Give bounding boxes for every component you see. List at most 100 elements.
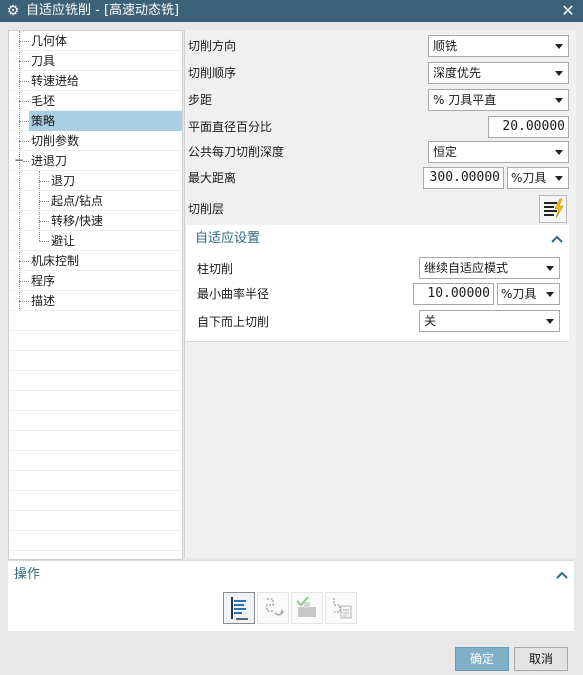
- tree-item-engage-retract[interactable]: − 进退刀: [9, 151, 182, 171]
- tree-item-blank[interactable]: 毛坯: [9, 91, 182, 111]
- dropdown-value: %刀具: [511, 171, 547, 185]
- tree-item-label: 描述: [31, 294, 56, 308]
- min-curvature-unit-dropdown[interactable]: %刀具: [497, 283, 560, 305]
- tree-connector: [19, 101, 29, 102]
- tree-connector: [19, 141, 29, 142]
- min-curvature-label: 最小曲率半径: [197, 287, 270, 301]
- tree-connector: [39, 241, 49, 242]
- tree-item-transfer-rapid[interactable]: 转移/快速: [9, 211, 182, 231]
- flat-percent-input[interactable]: 20.00000: [488, 116, 569, 138]
- replay-button[interactable]: [257, 592, 289, 624]
- cancel-button[interactable]: 取消: [514, 647, 568, 671]
- dropdown-value: 继续自适应模式: [424, 261, 509, 275]
- empty-row: [9, 311, 182, 331]
- stepover-dropdown[interactable]: % 刀具平直: [428, 89, 569, 111]
- tree-connector: [39, 221, 49, 222]
- min-curvature-input[interactable]: 10.00000: [413, 283, 494, 305]
- common-depth-dropdown[interactable]: 恒定: [428, 141, 569, 163]
- empty-row: [9, 491, 182, 511]
- pillar-cut-dropdown[interactable]: 继续自适应模式: [419, 257, 560, 279]
- tree-connector: [19, 41, 29, 42]
- gear-icon[interactable]: ⚙: [5, 3, 21, 19]
- tree-connector: [39, 201, 49, 202]
- adaptive-settings-group: 自适应设置 柱切削 继续自适应模式 最小曲率半径 10.00000 %刀具 自下…: [186, 225, 569, 342]
- cut-levels-icon: [544, 198, 564, 219]
- empty-row: [9, 451, 182, 471]
- tree-item-description[interactable]: 描述: [9, 291, 182, 311]
- bottom-up-dropdown[interactable]: 关: [419, 310, 560, 332]
- cut-direction-label: 切削方向: [188, 39, 237, 53]
- chevron-down-icon: [555, 44, 563, 49]
- tree-item-tool[interactable]: 刀具: [9, 51, 182, 71]
- replay-icon: [266, 598, 284, 616]
- tree-item-label: 进退刀: [31, 154, 68, 168]
- chevron-down-icon: [555, 150, 563, 155]
- tree-connector: [23, 161, 29, 162]
- tree-connector: [39, 181, 49, 182]
- empty-row: [9, 471, 182, 491]
- tree-connector: [19, 61, 29, 62]
- tree-item-geometry[interactable]: 几何体: [9, 31, 182, 51]
- tree-connector: [19, 81, 29, 82]
- empty-row: [9, 371, 182, 391]
- chevron-up-icon[interactable]: [550, 232, 564, 246]
- cut-order-dropdown[interactable]: 深度优先: [428, 62, 569, 84]
- tree-item-label: 转速进给: [31, 74, 80, 88]
- max-distance-input[interactable]: 300.00000: [423, 167, 504, 189]
- tree-item-retract[interactable]: 退刀: [9, 171, 182, 191]
- operations-section: 操作: [8, 560, 574, 631]
- tree-item-start-drill-points[interactable]: 起点/钻点: [9, 191, 182, 211]
- tree-connector: [19, 121, 29, 122]
- ok-button[interactable]: 确定: [455, 647, 509, 671]
- adaptive-settings-title: 自适应设置: [195, 231, 261, 246]
- collapse-icon[interactable]: −: [14, 154, 24, 166]
- cut-levels-edit-button[interactable]: [539, 195, 567, 223]
- tree-item-program[interactable]: 程序: [9, 271, 182, 291]
- max-distance-label: 最大距离: [188, 171, 237, 185]
- dropdown-value: 关: [424, 314, 437, 328]
- empty-row: [9, 511, 182, 531]
- chevron-down-icon: [546, 292, 554, 297]
- empty-row: [9, 331, 182, 351]
- title-bar: ⚙ 自适应铣削 - [高速动态铣] ✕: [0, 0, 583, 22]
- chevron-down-icon: [546, 319, 554, 324]
- tree-connector: [19, 261, 29, 262]
- tree-item-cut-params[interactable]: 切削参数: [9, 131, 182, 151]
- flat-percent-label: 平面直径百分比: [188, 120, 273, 134]
- cut-order-label: 切削顺序: [188, 66, 237, 80]
- chevron-down-icon: [555, 71, 563, 76]
- common-depth-label: 公共每刀切削深度: [188, 145, 285, 159]
- bottom-up-label: 自下而上切削: [197, 315, 270, 329]
- list-icon: [333, 598, 352, 619]
- tree-item-feeds-speeds[interactable]: 转速进给: [9, 71, 182, 91]
- chevron-up-icon[interactable]: [555, 568, 569, 582]
- close-icon[interactable]: ✕: [559, 1, 577, 21]
- dropdown-value: 恒定: [433, 145, 458, 159]
- empty-row: [9, 351, 182, 371]
- generate-button[interactable]: [223, 592, 255, 624]
- generate-icon: [231, 597, 248, 620]
- dropdown-value: 深度优先: [433, 66, 482, 80]
- max-distance-unit-dropdown[interactable]: %刀具: [507, 167, 569, 189]
- navigation-tree: 几何体 刀具 转速进给 毛坯 策略 切削参数 − 进退刀 退刀 起点/钻点 转移…: [8, 30, 183, 560]
- empty-row: [9, 531, 182, 551]
- tree-item-avoidance[interactable]: 避让: [9, 231, 182, 251]
- cut-direction-dropdown[interactable]: 顺铣: [428, 35, 569, 57]
- list-button[interactable]: [325, 592, 357, 624]
- tree-item-strategy[interactable]: 策略: [9, 111, 182, 131]
- tree-item-label: 退刀: [51, 174, 76, 188]
- tree-connector: [19, 301, 29, 302]
- chevron-down-icon: [555, 176, 563, 181]
- tree-item-machine-control[interactable]: 机床控制: [9, 251, 182, 271]
- tree-item-label: 转移/快速: [51, 214, 104, 228]
- empty-row: [9, 411, 182, 431]
- verify-icon: [296, 596, 316, 617]
- chevron-down-icon: [555, 98, 563, 103]
- tree-item-label: 刀具: [31, 54, 56, 68]
- tree-item-label: 程序: [31, 274, 56, 288]
- stepover-label: 步距: [188, 93, 213, 107]
- verify-button[interactable]: [291, 592, 323, 624]
- dropdown-value: 顺铣: [433, 39, 458, 53]
- cut-levels-label: 切削层: [188, 202, 225, 216]
- tree-item-label: 切削参数: [31, 134, 80, 148]
